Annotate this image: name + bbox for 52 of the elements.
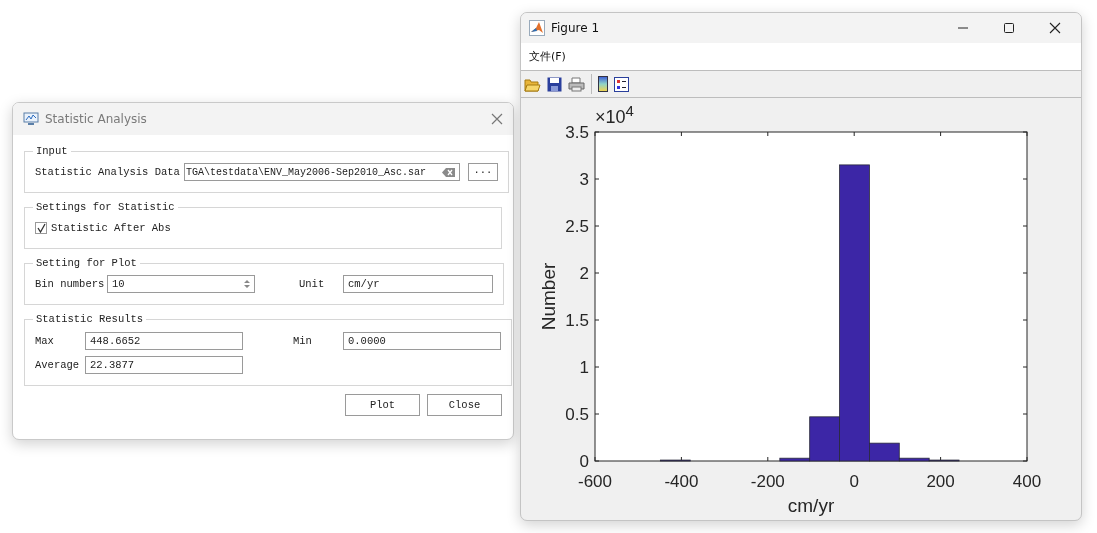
tick-label: 0.5 — [565, 405, 589, 424]
menu-item[interactable]: 文件(F) — [529, 49, 566, 64]
tick-label: 2 — [579, 264, 589, 283]
average-field[interactable]: 22.3877 — [85, 356, 243, 374]
min-field[interactable]: 0.0000 — [343, 332, 501, 350]
plot-button[interactable]: Plot — [345, 394, 420, 416]
tick-label: -600 — [578, 472, 612, 491]
axis-title: Number — [538, 262, 559, 331]
axis-multiplier: ×10$^{4}$ — [595, 102, 634, 128]
tick-label: 0 — [849, 472, 859, 491]
axis-title: cm/yr — [787, 495, 835, 516]
tick-label: 1 — [579, 358, 589, 377]
tick-label: -400 — [664, 472, 699, 491]
group-title: Setting for Plot — [35, 257, 138, 269]
maximize-icon[interactable] — [1003, 22, 1015, 34]
tick-label: 1.5 — [565, 311, 589, 330]
tick-label: 0 — [579, 452, 589, 471]
close-button[interactable]: Close — [427, 394, 502, 416]
spin-arrows-icon[interactable] — [244, 279, 250, 289]
tick-label: 3.5 — [565, 123, 589, 142]
printer-icon[interactable] — [568, 76, 585, 92]
tick-label: 2.5 — [565, 217, 589, 236]
field-label: Unit — [299, 278, 326, 290]
tick-label: 400 — [1012, 472, 1042, 491]
tick-label: -200 — [750, 472, 785, 491]
checkbox-label: Statistic After Abs — [51, 222, 171, 234]
legend-icon[interactable] — [614, 76, 629, 92]
folder-icon[interactable] — [524, 76, 541, 92]
field-label: Max — [35, 335, 55, 347]
window-title: Statistic Analysis — [45, 112, 148, 126]
tick-label: 200 — [926, 472, 955, 491]
field-label: Statistic Analysis Data — [35, 166, 180, 178]
group-title: Input — [35, 145, 69, 157]
chart-monitor-icon — [23, 112, 39, 126]
tick-label: 3 — [579, 170, 589, 189]
field-label: Average — [35, 359, 81, 371]
colorbar-icon[interactable] — [598, 76, 608, 92]
max-field[interactable]: 448.6652 — [85, 332, 243, 350]
group-title: Statistic Results — [35, 313, 145, 325]
unit-field[interactable]: cm/yr — [343, 275, 493, 293]
checkbox[interactable] — [35, 222, 47, 234]
histogram-bar — [660, 459, 691, 462]
bin-number-spinbox[interactable]: 10 — [107, 275, 255, 293]
file-path-field[interactable]: TGA\testdata\ENV_May2006-Sep2010_Asc.sar — [183, 163, 460, 181]
close-icon[interactable] — [1049, 22, 1061, 34]
clear-icon[interactable] — [441, 167, 455, 177]
peak-logo-icon — [529, 20, 545, 36]
field-label: Min — [293, 335, 313, 347]
field-label: Bin numbers — [35, 278, 103, 290]
group-title: Settings for Statistic — [35, 201, 176, 213]
window-title: Figure 1 — [551, 21, 601, 35]
browse-button[interactable]: ··· — [467, 163, 498, 181]
